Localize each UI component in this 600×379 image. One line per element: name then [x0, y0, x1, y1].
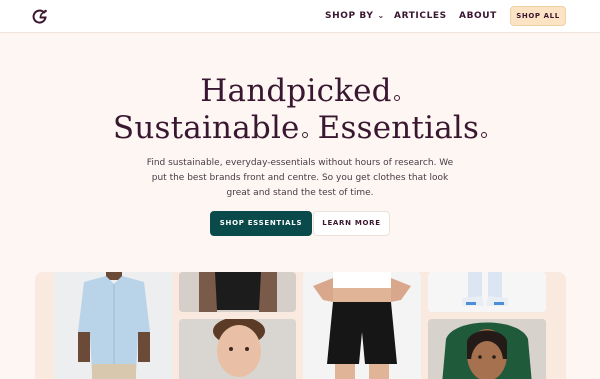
- shop-all-button[interactable]: SHOP ALL: [510, 6, 566, 26]
- shop-essentials-button[interactable]: SHOP ESSENTIALS: [210, 211, 312, 236]
- hero-title-word-handpicked: Handpicked: [200, 73, 392, 109]
- hero-title-line-2: Sustainable Essentials: [0, 110, 600, 146]
- articles-link[interactable]: ARTICLES: [394, 11, 447, 21]
- about-link[interactable]: ABOUT: [459, 11, 497, 21]
- circle-dot-icon: [301, 132, 308, 138]
- hero-title-word-sustainable: Sustainable: [112, 110, 300, 146]
- product-gallery: [35, 272, 566, 379]
- gallery-photo-black-top[interactable]: [179, 272, 296, 312]
- hero-title-line-1: Handpicked: [0, 73, 600, 109]
- shop-by-menu[interactable]: SHOP BY ⌄: [325, 11, 385, 21]
- learn-more-button[interactable]: LEARN MORE: [313, 211, 390, 236]
- circle-dot-icon: [393, 95, 400, 101]
- hero-title-word-essentials: Essentials: [317, 110, 480, 146]
- brand-logo-icon[interactable]: [31, 7, 49, 25]
- top-nav: SHOP BY ⌄ ARTICLES ABOUT SHOP ALL: [0, 0, 600, 33]
- hero-subtitle: Find sustainable, everyday-essentials wi…: [146, 158, 454, 198]
- gallery-photo-green-hoodie[interactable]: [428, 319, 546, 379]
- shop-by-label: SHOP BY: [325, 11, 374, 21]
- chevron-down-icon: ⌄: [377, 11, 385, 20]
- gallery-photo-portrait-man[interactable]: [179, 319, 296, 379]
- gallery-photo-blue-shirt[interactable]: [54, 272, 173, 379]
- circle-dot-icon: [481, 132, 488, 138]
- gallery-photo-black-shorts[interactable]: [303, 272, 421, 379]
- gallery-photo-sneakers[interactable]: [428, 272, 546, 312]
